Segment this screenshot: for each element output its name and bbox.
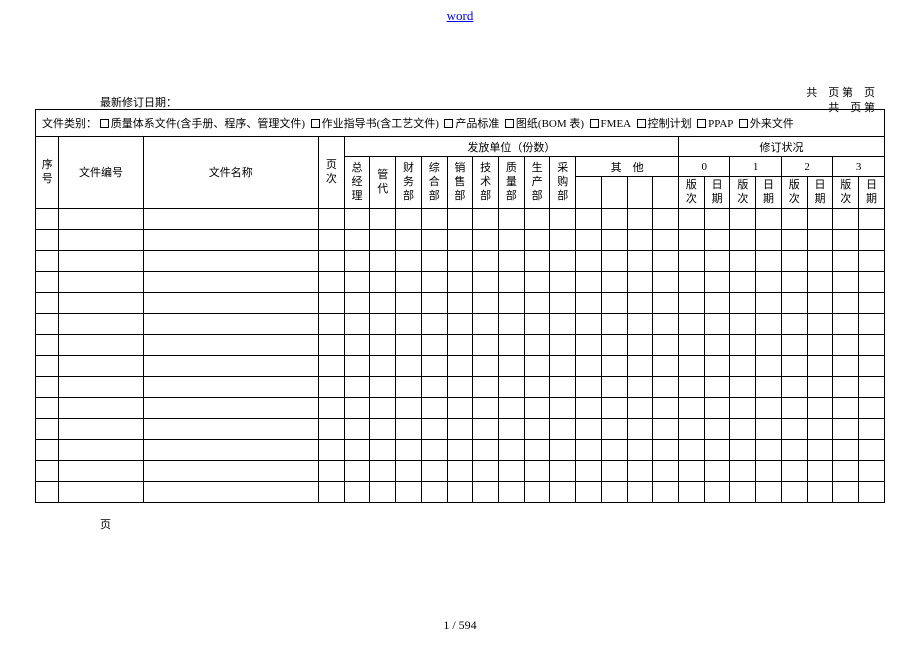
dept-cell: 采购部 xyxy=(550,157,576,209)
other-blank xyxy=(627,177,653,209)
col-docname: 文件名称 xyxy=(143,137,318,209)
checkbox-icon xyxy=(100,119,109,128)
checkbox-icon xyxy=(311,119,320,128)
dept-cell: 财务部 xyxy=(396,157,422,209)
dept-cell: 管代 xyxy=(370,157,396,209)
rev-num: 2 xyxy=(781,157,832,177)
table-row xyxy=(36,229,885,250)
checkbox-icon xyxy=(505,119,514,128)
table-row xyxy=(36,460,885,481)
rev-date: 日期 xyxy=(704,177,730,209)
page-number: 1 / 594 xyxy=(0,618,920,633)
table-row xyxy=(36,250,885,271)
page-counter-1: 共 页 第 页 xyxy=(806,84,875,100)
main-table: 文件类别： 质量体系文件(含手册、程序、管理文件) 作业指导书(含工艺文件) 产… xyxy=(35,109,885,503)
other-blank xyxy=(576,177,602,209)
col-seq: 序号 xyxy=(36,137,59,209)
header-link[interactable]: word xyxy=(447,8,474,23)
page-header: word xyxy=(0,0,920,24)
rev-date: 日期 xyxy=(807,177,833,209)
rev-ver: 版次 xyxy=(781,177,807,209)
table-row xyxy=(36,292,885,313)
dept-cell: 销售部 xyxy=(447,157,473,209)
checkbox-icon xyxy=(697,119,706,128)
rev-date: 日期 xyxy=(756,177,782,209)
rev-ver: 版次 xyxy=(730,177,756,209)
table-row xyxy=(36,481,885,502)
rev-ver: 版次 xyxy=(679,177,705,209)
rev-ver: 版次 xyxy=(833,177,859,209)
table-row xyxy=(36,271,885,292)
other-blank xyxy=(601,177,627,209)
rev-num: 1 xyxy=(730,157,781,177)
table-row xyxy=(36,313,885,334)
dept-cell: 总经理 xyxy=(344,157,370,209)
col-pages: 页次 xyxy=(318,137,344,209)
checkbox-icon xyxy=(637,119,646,128)
category-row: 文件类别： 质量体系文件(含手册、程序、管理文件) 作业指导书(含工艺文件) 产… xyxy=(36,110,885,137)
dept-cell: 技术部 xyxy=(473,157,499,209)
table-row xyxy=(36,418,885,439)
rev-date: 日期 xyxy=(859,177,885,209)
table-row xyxy=(36,355,885,376)
col-revision: 修订状况 xyxy=(679,137,885,157)
table-row xyxy=(36,334,885,355)
dept-other: 其 他 xyxy=(576,157,679,177)
rev-num: 0 xyxy=(679,157,730,177)
rev-num: 3 xyxy=(833,157,885,177)
dept-cell: 质量部 xyxy=(498,157,524,209)
checkbox-icon xyxy=(590,119,599,128)
col-docno: 文件编号 xyxy=(59,137,143,209)
col-distribution: 发放单位（份数） xyxy=(344,137,678,157)
checkbox-icon xyxy=(444,119,453,128)
dept-cell: 综合部 xyxy=(421,157,447,209)
table-row xyxy=(36,376,885,397)
footer-ye: 页 xyxy=(100,516,111,532)
table-row xyxy=(36,208,885,229)
table-row xyxy=(36,397,885,418)
checkbox-icon xyxy=(739,119,748,128)
other-blank xyxy=(653,177,679,209)
dept-cell: 生产部 xyxy=(524,157,550,209)
revision-date-label: 最新修订日期： xyxy=(100,94,177,110)
table-row xyxy=(36,439,885,460)
